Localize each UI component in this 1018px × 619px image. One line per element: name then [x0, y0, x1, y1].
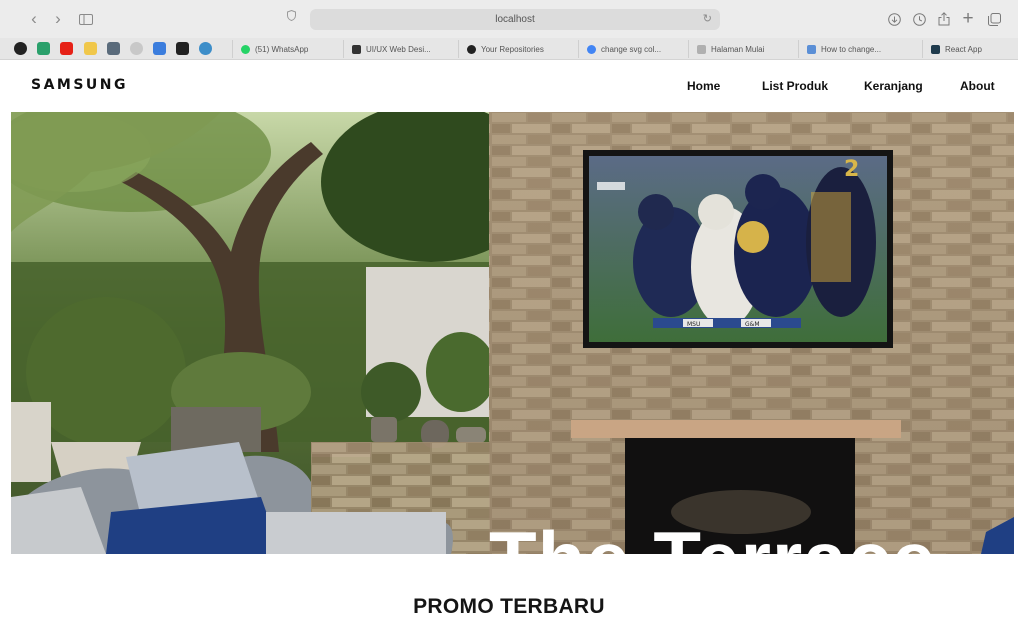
new-tab-icon[interactable]: +	[958, 8, 978, 29]
bookmark-item[interactable]: How to change...	[798, 40, 902, 58]
address-bar[interactable]: localhost ↻	[310, 9, 720, 30]
globe-icon[interactable]	[199, 42, 212, 55]
whatsapp-icon	[241, 44, 250, 54]
bookmark-item[interactable]: (51) WhatsApp	[232, 40, 330, 58]
hero-headline: The Terrace	[489, 520, 936, 554]
tree-icon[interactable]	[37, 42, 50, 55]
google-icon	[587, 44, 596, 54]
nav-home[interactable]: Home	[687, 79, 720, 93]
nav-about[interactable]: About	[960, 79, 995, 93]
samsung-logo[interactable]: SAMSUNG	[31, 77, 128, 93]
site-header: SAMSUNG Home List Produk Keranjang About	[0, 60, 1018, 112]
shield-icon	[287, 9, 296, 24]
hero-image: 2 MSU G&M	[11, 112, 1014, 554]
team-left: MSU	[687, 321, 700, 328]
nav-keranjang[interactable]: Keranjang	[864, 79, 923, 93]
github-icon	[467, 44, 476, 54]
page-icon	[807, 44, 816, 54]
url-text: localhost	[495, 14, 535, 25]
react-icon	[931, 44, 940, 54]
star-icon	[697, 44, 706, 54]
promo-title: PROMO TERBARU	[413, 595, 605, 618]
tab-overview-icon[interactable]	[984, 9, 1004, 29]
r-icon[interactable]	[153, 42, 166, 55]
wordpress-icon[interactable]	[130, 42, 143, 55]
bookmark-item[interactable]: React App	[922, 40, 1012, 58]
bookmark-item[interactable]: Halaman Mulai	[688, 40, 786, 58]
bookmark-item[interactable]: change svg col...	[578, 40, 676, 58]
docs-icon[interactable]	[107, 42, 120, 55]
team-right: G&M	[745, 321, 760, 328]
share-icon[interactable]	[934, 9, 954, 29]
nav-list-produk[interactable]: List Produk	[762, 79, 828, 93]
hero-banner: 2 MSU G&M The Terrace	[11, 112, 1014, 554]
youtube-icon[interactable]	[60, 42, 73, 55]
bookmark-item[interactable]: UI/UX Web Desi...	[343, 40, 447, 58]
reload-icon[interactable]: ↻	[703, 12, 712, 25]
github-icon[interactable]	[14, 42, 27, 55]
a-icon[interactable]	[176, 42, 189, 55]
back-icon[interactable]: ‹	[24, 9, 44, 29]
download-icon[interactable]	[884, 9, 904, 29]
player-number: 2	[844, 157, 859, 182]
notes-icon[interactable]	[84, 42, 97, 55]
history-icon[interactable]	[909, 9, 929, 29]
browser-toolbar: ‹ › localhost ↻ +	[0, 0, 1018, 38]
sidebar-toggle-icon[interactable]	[76, 9, 96, 29]
bookmark-item[interactable]: Your Repositories	[458, 40, 566, 58]
instagram-icon	[352, 44, 361, 54]
bookmarks-bar: (51) WhatsApp UI/UX Web Desi... Your Rep…	[0, 38, 1018, 60]
forward-icon[interactable]: ›	[48, 9, 68, 29]
